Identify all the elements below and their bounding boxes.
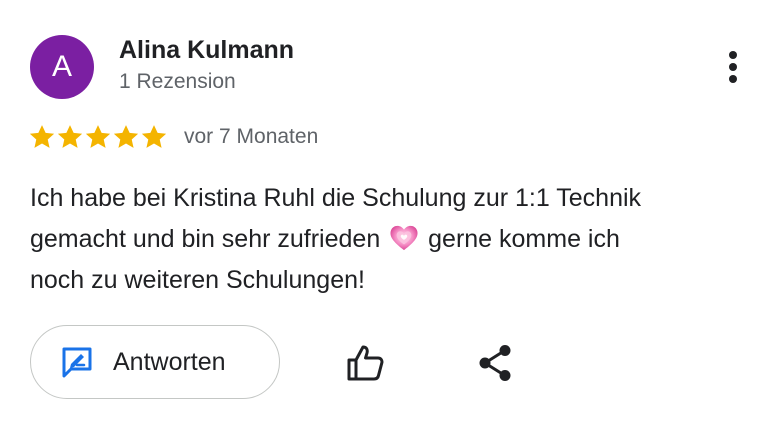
thumbs-up-icon <box>347 345 384 381</box>
author-name[interactable]: Alina Kulmann <box>119 36 294 65</box>
reply-button-label: Antworten <box>113 347 226 376</box>
review-date: vor 7 Monaten <box>184 125 319 148</box>
growing-heart-emoji-icon <box>390 225 418 251</box>
star-icon <box>113 125 139 148</box>
review-text-line-1: Ich habe bei Kristina Ruhl die Schulung … <box>30 184 642 212</box>
star-rating <box>28 123 168 151</box>
share-icon <box>479 345 511 381</box>
avatar[interactable]: A <box>30 35 94 99</box>
avatar-initial: A <box>51 50 72 83</box>
star-icon <box>57 125 83 148</box>
review-text: Ich habe bei Kristina Ruhl die Schulung … <box>30 178 750 301</box>
review-text-line-2-end: gerne komme ich <box>428 225 620 253</box>
review-text-line-2-start: gemacht und bin sehr zufrieden <box>30 225 381 253</box>
review-text-line-3: noch zu weiteren Schulungen! <box>30 266 365 294</box>
rating-row: vor 7 Monaten <box>28 122 318 152</box>
author-review-count: 1 Rezension <box>119 70 236 93</box>
star-icon <box>29 125 55 148</box>
reply-button[interactable]: Antworten <box>30 325 280 399</box>
review-card: A Alina Kulmann 1 Rezension vor 7 Monate… <box>0 0 768 424</box>
share-button[interactable] <box>472 340 518 386</box>
reply-edit-icon <box>59 344 95 380</box>
like-button[interactable] <box>342 340 388 386</box>
more-vert-icon <box>729 51 737 83</box>
more-options-button[interactable] <box>716 46 750 88</box>
star-icon <box>141 125 167 148</box>
star-icon <box>85 125 111 148</box>
